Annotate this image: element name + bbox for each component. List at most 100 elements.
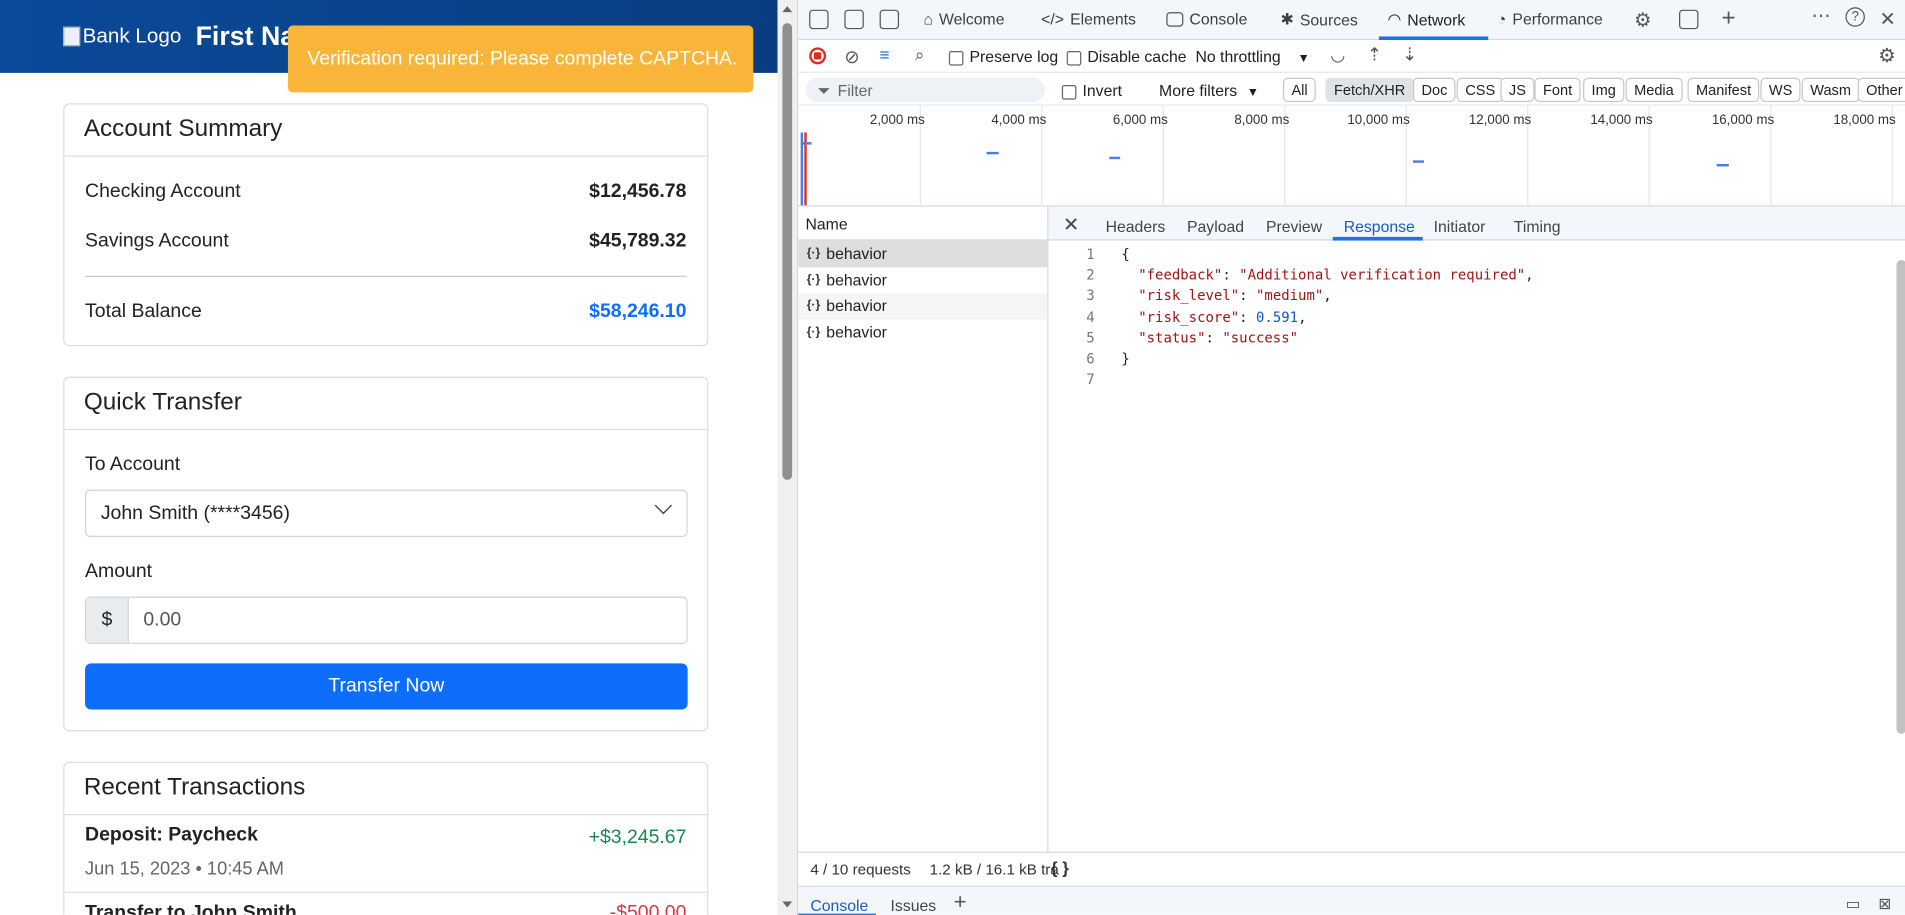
inspect-element-icon[interactable] [809, 9, 829, 30]
tab-network[interactable]: ◠ Network [1387, 10, 1465, 29]
download-har-icon[interactable]: ⇣ [1402, 44, 1417, 66]
bug-icon: ✱ [1280, 9, 1294, 28]
savings-label: Savings Account [85, 230, 229, 252]
tab-payload[interactable]: Payload [1187, 217, 1244, 235]
bank-logo[interactable]: Bank Logo [63, 24, 181, 48]
filter-chip-img[interactable]: Img [1583, 77, 1625, 103]
transaction-row[interactable]: Transfer to John Smith -$500.00 [85, 903, 686, 915]
response-scrollbar[interactable] [1896, 245, 1905, 804]
filter-chip-fetch-xhr[interactable]: Fetch/XHR [1325, 77, 1414, 103]
invert-checkbox[interactable]: Invert [1061, 81, 1122, 100]
amount-input[interactable]: 0.00 [129, 598, 196, 643]
filter-toggle-icon[interactable]: ≡ [880, 45, 890, 64]
request-row[interactable]: {·} behavior [798, 292, 1048, 319]
add-tab-icon[interactable]: + [1722, 5, 1736, 33]
sidebar-toggle-icon[interactable] [879, 9, 900, 30]
checkbox-box[interactable] [1061, 84, 1077, 100]
timeline-tick: 10,000 ms [1347, 112, 1410, 128]
upload-har-icon[interactable]: ⇡ [1367, 44, 1382, 66]
network-overview-timeline[interactable]: 2,000 ms 4,000 ms 6,000 ms 8,000 ms 10,0… [798, 105, 1905, 207]
disable-cache-checkbox[interactable]: Disable cache [1066, 47, 1187, 66]
transaction-row[interactable]: Deposit: Paycheck +$3,245.67 [85, 825, 686, 849]
request-name: behavior [826, 322, 887, 342]
clear-icon[interactable]: ⊘ [844, 46, 859, 68]
filter-chip-other[interactable]: Other [1857, 77, 1905, 103]
request-row[interactable]: {·} behavior [798, 319, 1047, 345]
filter-input[interactable]: ⏷ Filter [805, 77, 1045, 103]
currency-prefix: $ [86, 597, 129, 643]
tab-initiator[interactable]: Initiator [1434, 217, 1486, 235]
tab-timing[interactable]: Timing [1514, 217, 1561, 235]
filter-chip-css[interactable]: CSS [1456, 77, 1504, 103]
filter-chip-manifest[interactable]: Manifest [1687, 77, 1760, 103]
tab-console[interactable]: Console [1166, 10, 1247, 28]
tab-performance[interactable]: ◔ Performance [1497, 10, 1603, 28]
drawer-tab-issues[interactable]: Issues [891, 897, 937, 915]
request-row[interactable]: {·} behavior [798, 240, 1048, 267]
close-detail-icon[interactable]: ✕ [1063, 213, 1079, 237]
recent-transactions-title: Recent Transactions [64, 763, 708, 816]
close-devtools-icon[interactable]: ✕ [1879, 7, 1895, 31]
filter-chip-ws[interactable]: WS [1760, 77, 1801, 103]
checkbox-box[interactable] [1066, 50, 1082, 66]
timeline-request-bar [986, 151, 999, 155]
page-scrollbar[interactable] [777, 0, 797, 915]
pretty-print-button[interactable]: { } [1051, 858, 1069, 877]
filter-chip-wasm[interactable]: Wasm [1801, 77, 1860, 103]
request-row[interactable]: {·} behavior [798, 267, 1047, 293]
filter-chip-js[interactable]: JS [1500, 77, 1535, 103]
transfer-now-button[interactable]: Transfer Now [85, 663, 688, 710]
preserve-log-checkbox[interactable]: Preserve log [948, 47, 1058, 66]
checkbox-box[interactable] [948, 50, 964, 66]
disable-cache-label: Disable cache [1087, 47, 1187, 66]
tab-response[interactable]: Response [1344, 217, 1415, 235]
filter-chip-all[interactable]: All [1282, 77, 1317, 103]
network-statusbar: 4 / 10 requests 1.2 kB / 16.1 kB tra { } [798, 851, 1905, 886]
bank-name: First Na [195, 20, 296, 52]
tab-welcome[interactable]: ⌂ Welcome [923, 10, 1004, 28]
to-account-select[interactable]: John Smith (****3456) [85, 489, 688, 537]
filter-chip-font[interactable]: Font [1534, 77, 1581, 103]
scroll-up-arrow-icon[interactable] [782, 6, 793, 13]
record-icon[interactable] [809, 47, 827, 65]
json-value: "Additional verification required" [1239, 266, 1526, 284]
transaction-amount: -$500.00 [609, 902, 687, 915]
response-body[interactable]: 1{ 2 "feedback": "Additional verificatio… [1048, 245, 1886, 391]
network-settings-gear-icon[interactable]: ⚙ [1878, 44, 1895, 68]
bank-page: Bank Logo First Na Verification required… [0, 0, 778, 915]
tab-headers[interactable]: Headers [1106, 217, 1166, 235]
filter-chip-doc[interactable]: Doc [1412, 77, 1456, 103]
summary-divider [85, 275, 687, 278]
line-number: 4 [1086, 308, 1095, 326]
response-scroll-thumb[interactable] [1896, 259, 1905, 734]
timeline-tick: 2,000 ms [869, 112, 925, 128]
page-scroll-thumb[interactable] [782, 23, 793, 480]
network-conditions-icon[interactable]: ◡ [1330, 45, 1345, 66]
code-line: 7 [1048, 371, 1886, 392]
close-drawer-icon[interactable]: ⊠ [1878, 894, 1891, 913]
tab-sources[interactable]: ✱ Sources [1281, 10, 1358, 29]
transaction-divider [64, 891, 708, 893]
cpu-icon[interactable]: ⚙ [1634, 9, 1651, 33]
line-number: 2 [1086, 266, 1095, 284]
more-filters-dropdown[interactable]: More filters ▼ [1159, 81, 1259, 99]
device-toolbar-icon[interactable] [844, 9, 864, 30]
json-key: "risk_score" [1138, 308, 1240, 326]
throttling-select[interactable]: No throttling ▼ [1195, 47, 1309, 65]
dock-drawer-icon[interactable]: ▭ [1845, 894, 1860, 913]
json-request-icon: {·} [806, 299, 821, 313]
tab-preview[interactable]: Preview [1266, 217, 1322, 235]
help-icon[interactable]: ? [1845, 7, 1865, 27]
scroll-down-arrow-icon[interactable] [782, 901, 793, 908]
search-icon[interactable]: ⌕ [915, 45, 925, 66]
more-options-icon[interactable]: ⋯ [1811, 4, 1830, 28]
name-column-header[interactable]: Name [798, 207, 1048, 241]
tab-performance-label: Performance [1512, 9, 1603, 28]
application-icon[interactable] [1679, 9, 1699, 30]
add-drawer-tab-icon[interactable]: + [954, 889, 967, 915]
tab-elements[interactable]: </> Elements [1041, 10, 1136, 28]
code-line: 4 "risk_score": 0.591, [1048, 308, 1886, 329]
code-text: "status": "success" [1138, 328, 1299, 346]
filter-chip-media[interactable]: Media [1625, 77, 1683, 103]
drawer-tab-console[interactable]: Console [798, 887, 876, 915]
